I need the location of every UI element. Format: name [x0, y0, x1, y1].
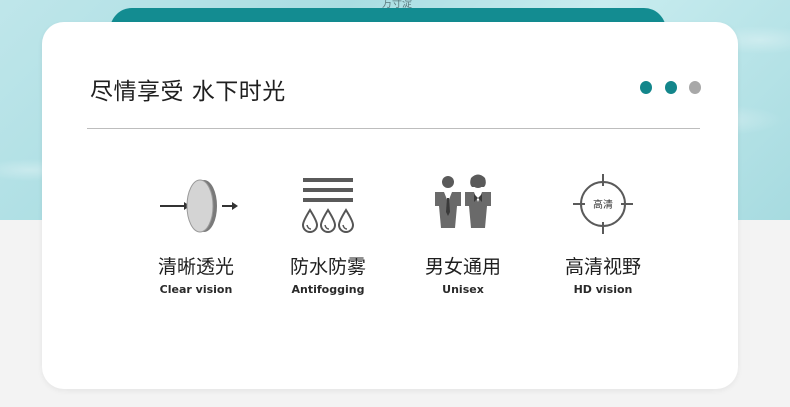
lens-clarity-icon: [160, 179, 238, 233]
unisex-people-icon: [435, 174, 491, 228]
feature-subtitle: Antifogging: [291, 283, 365, 296]
feature-subtitle: Clear vision: [159, 283, 233, 296]
feature-title: 清晰透光: [157, 256, 234, 278]
feature-subtitle: Unisex: [442, 283, 484, 296]
antifog-drops-icon: [301, 178, 355, 233]
feature-antifogging: 防水防雾 Antifogging: [263, 172, 393, 296]
feature-title: 男女通用: [424, 256, 501, 278]
feature-title: 防水防雾: [289, 256, 366, 278]
feature-hd-vision: 高清 高清视野 HD vision: [538, 172, 668, 296]
top-mark-text: 万寸淀: [382, 0, 412, 10]
feature-clear-vision: 清晰透光 Clear vision: [131, 172, 261, 296]
feature-subtitle: HD vision: [573, 283, 633, 296]
dot-2[interactable]: [665, 81, 677, 94]
feature-unisex: 男女通用 Unisex: [398, 172, 528, 296]
title-divider: [87, 128, 700, 129]
crosshair-label: 高清: [593, 198, 613, 211]
dot-1[interactable]: [640, 81, 652, 94]
card-title: 尽情享受 水下时光: [90, 79, 286, 105]
feature-card: 尽情享受 水下时光 清晰透光 Clear vision 防水防雾 Antifog…: [42, 22, 738, 389]
crosshair-hd-icon: 高清: [573, 174, 633, 234]
feature-title: 高清视野: [564, 256, 641, 278]
dot-3[interactable]: [689, 81, 701, 94]
